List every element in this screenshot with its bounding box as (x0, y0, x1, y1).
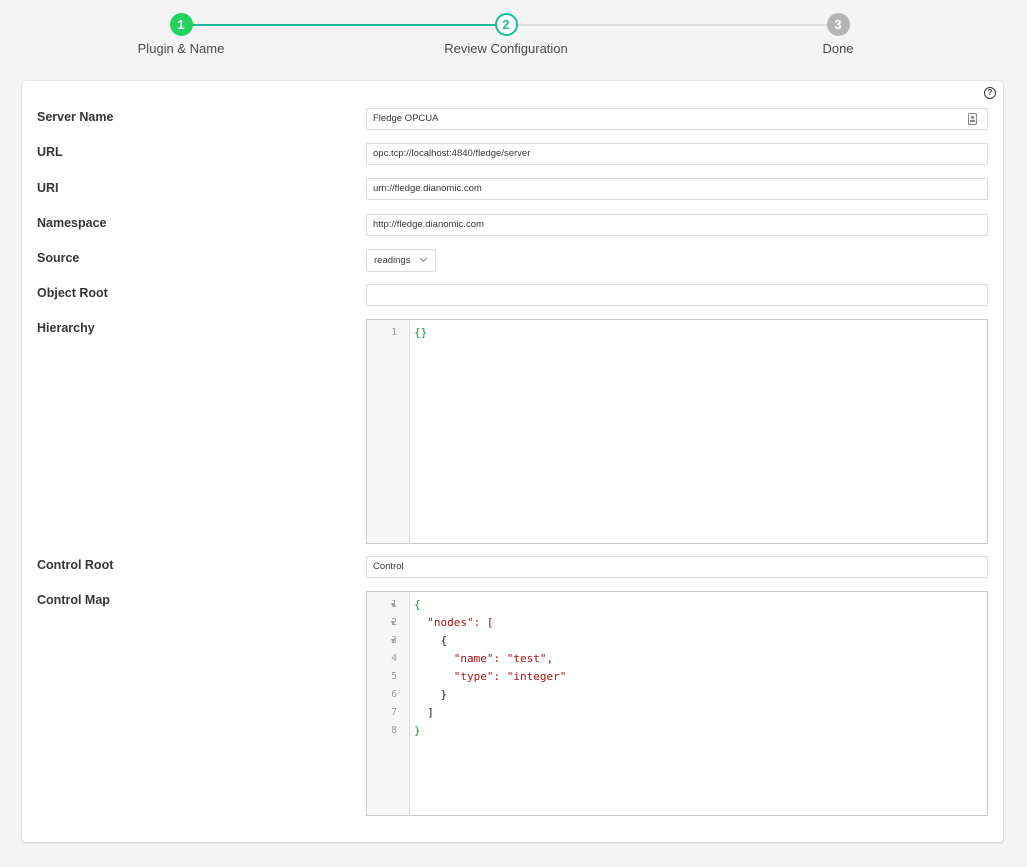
step-2-marker: 2 (494, 13, 518, 36)
step-1-label: Plugin & Name (137, 41, 225, 56)
source-select[interactable]: readings (366, 249, 436, 272)
code-line: 7 ] (367, 704, 987, 722)
url-value: opc.tcp://localhost:4840/fledge/server (373, 148, 531, 159)
line-number: 7 (391, 707, 397, 718)
control-root-label: Control Root (37, 558, 114, 572)
namespace-input[interactable]: http://fledge.dianomic.com (366, 214, 988, 236)
server-name-label: Server Name (37, 110, 114, 124)
step-2-label: Review Configuration (444, 41, 568, 56)
fold-arrow-icon[interactable]: ▼ (391, 632, 395, 650)
uri-input[interactable]: urn://fledge.dianomic.com (366, 178, 988, 200)
control-map-code-editor[interactable]: 1 ▼ { 2 ▼ "nodes": [ 3 ▼ { 4 "name": "te… (366, 591, 988, 816)
step-3-marker: 3 (826, 13, 850, 36)
control-root-input[interactable]: Control (366, 556, 988, 578)
code-line: 1 {} (367, 324, 987, 342)
wizard-stepper: 1 Plugin & Name 2 Review Configuration 3… (0, 0, 1027, 70)
code-text: ] (414, 706, 434, 719)
step-3-label: Done (822, 41, 854, 56)
code-line: 2 ▼ "nodes": [ (367, 614, 987, 632)
uri-value: urn://fledge.dianomic.com (373, 183, 482, 194)
line-number: 5 (391, 671, 397, 682)
uri-label: URI (37, 181, 59, 195)
code-line: 5 "type": "integer" (367, 668, 987, 686)
source-selected-value: readings (374, 255, 411, 266)
url-label: URL (37, 145, 63, 159)
code-text: "type": "integer" (414, 670, 567, 683)
step-plugin-name[interactable]: 1 Plugin & Name (101, 13, 261, 56)
object-root-label: Object Root (37, 286, 108, 300)
object-root-input[interactable] (366, 284, 988, 306)
server-name-input[interactable]: Fledge OPCUA (366, 108, 988, 130)
step-1-marker: 1 (169, 13, 193, 36)
code-text: { (414, 598, 421, 611)
contact-card-icon[interactable] (968, 113, 977, 125)
code-line: 1 ▼ { (367, 596, 987, 614)
fold-arrow-icon[interactable]: ▼ (391, 614, 395, 632)
code-text: } (414, 688, 448, 701)
line-number: 6 (391, 689, 397, 700)
configuration-card: ? Server Name Fledge OPCUA URL opc.tcp:/… (22, 81, 1003, 842)
fold-arrow-icon[interactable]: ▼ (391, 596, 395, 614)
line-number: 8 (391, 725, 397, 736)
question-circle-icon[interactable]: ? (984, 87, 996, 99)
namespace-label: Namespace (37, 216, 107, 230)
server-name-value: Fledge OPCUA (373, 113, 439, 124)
code-text: { (414, 634, 448, 647)
code-text: } (414, 724, 421, 737)
url-input[interactable]: opc.tcp://localhost:4840/fledge/server (366, 143, 988, 165)
step-done[interactable]: 3 Done (758, 13, 918, 56)
hierarchy-code-editor[interactable]: 1 {} (366, 319, 988, 544)
code-line: 4 "name": "test", (367, 650, 987, 668)
hierarchy-label: Hierarchy (37, 321, 95, 335)
line-number: 1 (391, 327, 397, 338)
source-label: Source (37, 251, 80, 265)
code-text: {} (414, 326, 428, 339)
step-review-configuration[interactable]: 2 Review Configuration (426, 13, 586, 56)
line-number: 4 (391, 653, 397, 664)
hierarchy-gutter (367, 320, 410, 543)
code-line: 6 } (367, 686, 987, 704)
code-line: 8 } (367, 722, 987, 740)
namespace-value: http://fledge.dianomic.com (373, 219, 484, 230)
chevron-down-icon (419, 254, 428, 263)
code-text: "nodes": [ (414, 616, 494, 629)
code-line: 3 ▼ { (367, 632, 987, 650)
control-root-value: Control (373, 561, 404, 572)
code-text: "name": "test", (414, 652, 554, 665)
control-map-label: Control Map (37, 593, 110, 607)
